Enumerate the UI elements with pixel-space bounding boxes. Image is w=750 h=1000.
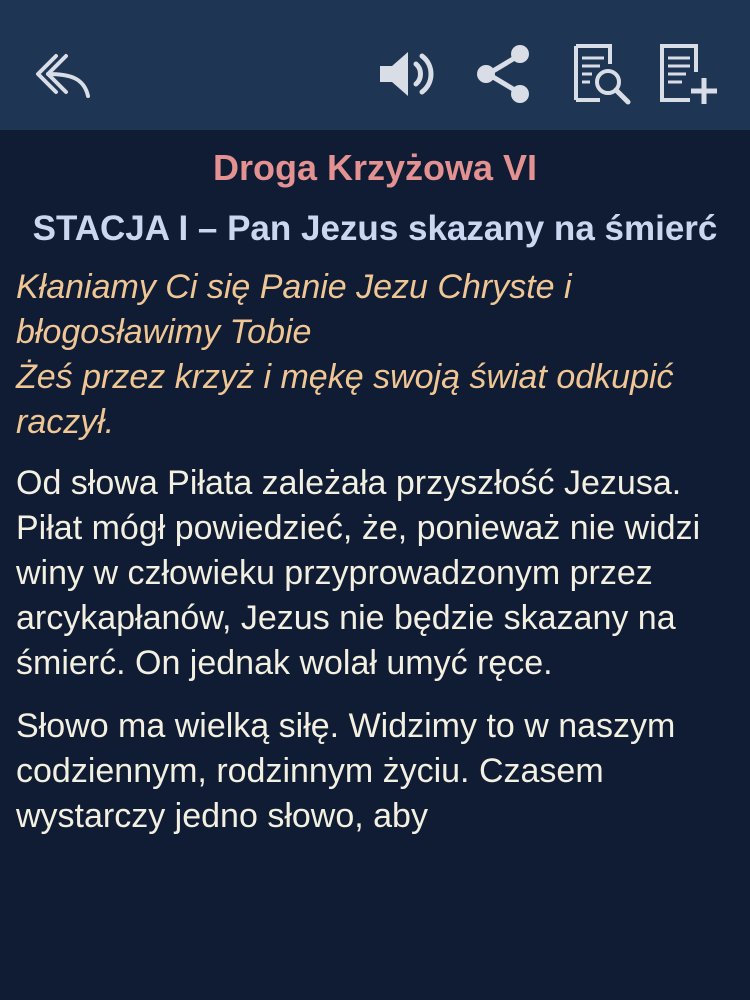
search-document-button[interactable] xyxy=(570,36,634,112)
page-title: Droga Krzyżowa VI xyxy=(212,147,538,188)
top-toolbar xyxy=(0,0,750,130)
prayer-line: Żeś przez krzyż i mękę swoją świat odkup… xyxy=(16,358,674,441)
reply-arrow-icon xyxy=(36,54,90,98)
station-heading: STACJA I – Pan Jezus skazany na śmierć xyxy=(32,209,718,248)
audio-button[interactable] xyxy=(374,36,438,112)
document-add-icon xyxy=(660,44,717,104)
prayer-text: Kłaniamy Ci się Panie Jezu Chryste i bło… xyxy=(16,265,734,445)
body-paragraph: Od słowa Piłata zależała przyszłość Jezu… xyxy=(16,464,701,682)
body-paragraph: Słowo ma wielką siłę. Widzimy to w naszy… xyxy=(16,707,676,835)
speaker-icon xyxy=(380,52,434,96)
reading-content[interactable]: Droga Krzyżowa VI STACJA I – Pan Jezus s… xyxy=(0,130,750,1000)
back-button[interactable] xyxy=(30,36,94,112)
document-search-icon xyxy=(574,44,631,105)
add-document-button[interactable] xyxy=(656,36,720,112)
prayer-line: Kłaniamy Ci się Panie Jezu Chryste i bło… xyxy=(16,268,572,351)
share-icon xyxy=(477,45,529,103)
share-button[interactable] xyxy=(472,36,536,112)
